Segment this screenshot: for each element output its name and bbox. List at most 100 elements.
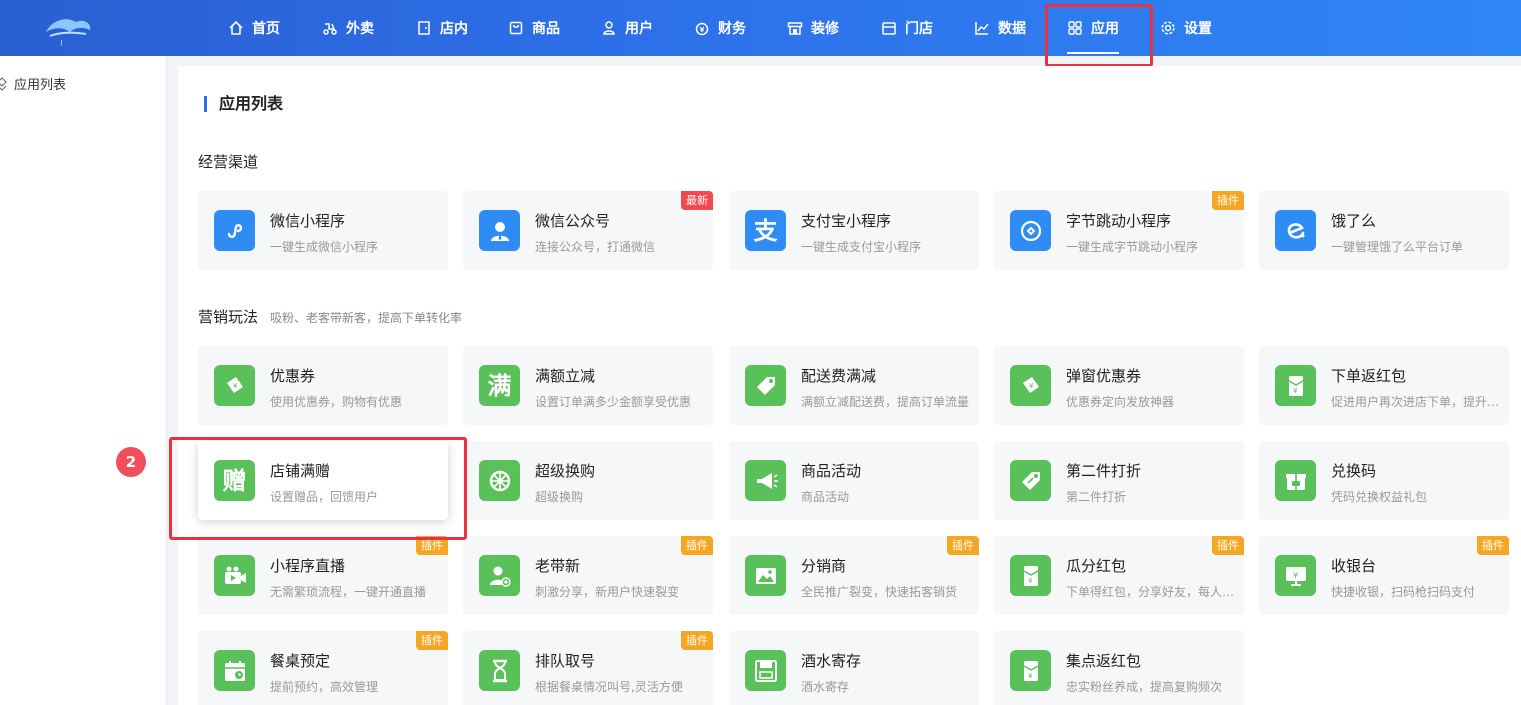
svg-text:¥: ¥ <box>233 382 238 390</box>
svg-text:¥: ¥ <box>1029 382 1034 390</box>
nav-label: 外卖 <box>346 21 374 37</box>
sidebar: 应用列表 <box>0 56 167 705</box>
app-name: 饿了么 <box>1331 212 1377 230</box>
app-card-redeem-code[interactable]: 兑换码 凭码兑换权益礼包 <box>1259 441 1509 520</box>
nav-item-data[interactable]: 数据 <box>974 0 1026 56</box>
nav-item-home[interactable]: 首页 <box>228 0 280 56</box>
nav-item-settings[interactable]: 设置 <box>1160 0 1212 56</box>
app-desc: 优惠券定向发放神器 <box>1066 395 1175 409</box>
nav-item-goods[interactable]: 商品 <box>508 0 560 56</box>
image-icon <box>745 555 786 596</box>
app-list-icon <box>0 76 7 91</box>
main-panel: 应用列表 经营渠道 微信小程序 一键生成微信小程序 微信公众号 连接公众号，打通… <box>178 66 1521 705</box>
official-account-icon <box>479 210 520 251</box>
app-card-table-booking[interactable]: 餐桌预定 提前预约，高效管理 插件 <box>198 631 448 705</box>
full-reduce-icon: 满 <box>479 365 520 406</box>
app-card-wechat-official-account[interactable]: 微信公众号 连接公众号，打通微信 最新 <box>463 191 713 270</box>
app-desc: 一键生成字节跳动小程序 <box>1066 240 1199 254</box>
app-desc: 刺激分享，新用户快速裂变 <box>535 585 680 599</box>
nav-label: 数据 <box>998 21 1026 37</box>
mini-program-icon <box>214 210 255 251</box>
nav-item-takeout[interactable]: 外卖 <box>322 0 374 56</box>
highlight-box-store-gift <box>169 437 467 540</box>
app-card-delivery-fee-reduce[interactable]: 配送费满减 满额立减配送费，提高订单流量 <box>729 346 979 425</box>
app-name: 分销商 <box>801 557 847 575</box>
top-navigation-bar: 首页 外卖 店内 商品 用户 财务 装修 门店 数据 应用 设置 <box>0 0 1521 56</box>
app-desc: 无需繁琐流程，一键开通直播 <box>270 585 427 599</box>
app-card-super-exchange[interactable]: 超级换购 超级换购 <box>463 441 713 520</box>
app-card-product-activity[interactable]: 商品活动 商品活动 <box>729 441 979 520</box>
app-card-distributor[interactable]: 分销商 全民推广裂变，快速拓客销货 插件 <box>729 536 979 615</box>
icon-glyph: 满 <box>487 371 512 400</box>
scooter-icon <box>323 23 337 35</box>
wheel-icon <box>479 460 520 501</box>
app-desc: 一键生成微信小程序 <box>270 240 379 254</box>
badge-plugin: 插件 <box>681 536 713 555</box>
app-card-split-red-envelope[interactable]: ¥ 瓜分红包 下单得红包，分享好友，每人均可得 插件 <box>994 536 1244 615</box>
store-icon <box>882 22 896 35</box>
app-name: 酒水寄存 <box>801 652 862 670</box>
page-title: 应用列表 <box>204 96 283 112</box>
app-card-referral[interactable]: 老带新 刺激分享，新用户快速裂变 插件 <box>463 536 713 615</box>
app-name: 第二件打折 <box>1066 462 1142 480</box>
nav-label: 首页 <box>252 21 280 37</box>
app-name: 兑换码 <box>1331 462 1377 480</box>
app-card-alipay-mini-program[interactable]: 支 支付宝小程序 一键生成支付宝小程序 <box>729 191 979 270</box>
app-desc: 促进用户再次进店下单，提升复购 <box>1331 395 1501 409</box>
brand-logo-icon[interactable] <box>40 10 96 50</box>
nav-item-finance[interactable]: 财务 <box>694 0 746 56</box>
app-desc: 下单得红包，分享好友，每人均可得 <box>1066 585 1236 599</box>
hourglass-icon <box>479 650 520 691</box>
app-card-live-stream[interactable]: 小程序直播 无需繁琐流程，一键开通直播 插件 <box>198 536 448 615</box>
app-card-coupon[interactable]: ¥ 优惠券 使用优惠券，购物有优惠 <box>198 346 448 425</box>
calendar-icon <box>214 650 255 691</box>
app-card-points-red-envelope[interactable]: ¥ 集点返红包 忠实粉丝养成，提高复购频次 <box>994 631 1244 705</box>
nav-label: 用户 <box>625 21 653 37</box>
nav-item-dine-in[interactable]: 店内 <box>416 0 468 56</box>
badge-plugin: 插件 <box>1212 191 1244 210</box>
section-title-marketing: 营销玩法 吸粉、老客带新客，提高下单转化率 <box>198 306 462 327</box>
callout-2: 2 <box>116 447 146 477</box>
app-name: 微信小程序 <box>270 212 346 230</box>
app-name: 餐桌预定 <box>270 652 331 670</box>
app-card-order-red-envelope[interactable]: ¥ 下单返红包 促进用户再次进店下单，提升复购 <box>1259 346 1509 425</box>
app-desc: 全民推广裂变，快速拓客销货 <box>801 585 958 599</box>
app-card-cashier[interactable]: ¥ 收银台 快捷收银，扫码枪扫码支付 插件 <box>1259 536 1509 615</box>
app-name: 收银台 <box>1331 557 1377 575</box>
badge-plugin: 插件 <box>416 631 448 650</box>
sidebar-item-app-list[interactable]: 应用列表 <box>0 74 66 93</box>
app-card-wechat-mini-program[interactable]: 微信小程序 一键生成微信小程序 <box>198 191 448 270</box>
nav-item-decoration[interactable]: 装修 <box>787 0 839 56</box>
app-desc: 一键管理饿了么平台订单 <box>1331 240 1464 254</box>
app-name: 集点返红包 <box>1066 652 1142 670</box>
app-desc: 设置订单满多少金额享受优惠 <box>535 395 692 409</box>
app-card-queue-number[interactable]: 排队取号 根据餐桌情况叫号,灵活方便 插件 <box>463 631 713 705</box>
highlight-box-apps <box>1045 4 1153 67</box>
svg-text:¥: ¥ <box>1293 387 1298 395</box>
app-card-drink-storage[interactable]: 酒水寄存 酒水寄存 <box>729 631 979 705</box>
nav-item-stores[interactable]: 门店 <box>881 0 933 56</box>
nav-label: 商品 <box>532 21 560 37</box>
app-card-popup-coupon[interactable]: ¥ 弹窗优惠券 优惠券定向发放神器 <box>994 346 1244 425</box>
svg-text:¥: ¥ <box>1028 672 1033 680</box>
user-plus-icon <box>479 555 520 596</box>
red-envelope-icon: ¥ <box>1275 365 1316 406</box>
app-name: 配送费满减 <box>801 367 877 385</box>
section-title-channels: 经营渠道 <box>198 151 258 172</box>
nav-label: 店内 <box>440 21 468 37</box>
app-desc: 根据餐桌情况叫号,灵活方便 <box>535 680 683 694</box>
storage-icon <box>745 650 786 691</box>
app-desc: 酒水寄存 <box>801 680 850 694</box>
app-card-bytedance-mini-program[interactable]: 字节跳动小程序 一键生成字节跳动小程序 插件 <box>994 191 1244 270</box>
gear-icon <box>1161 21 1175 35</box>
app-name: 超级换购 <box>535 462 596 480</box>
app-desc: 超级换购 <box>535 490 584 504</box>
badge-plugin: 插件 <box>1477 536 1509 555</box>
bytedance-icon <box>1010 210 1051 251</box>
app-name: 支付宝小程序 <box>801 212 892 230</box>
nav-item-users[interactable]: 用户 <box>601 0 653 56</box>
app-card-full-reduce[interactable]: 满 满额立减 设置订单满多少金额享受优惠 <box>463 346 713 425</box>
svg-text:¥: ¥ <box>1028 577 1033 585</box>
app-card-second-item-discount[interactable]: 第二件打折 第二件打折 <box>994 441 1244 520</box>
app-card-eleme[interactable]: 饿了么 一键管理饿了么平台订单 <box>1259 191 1509 270</box>
